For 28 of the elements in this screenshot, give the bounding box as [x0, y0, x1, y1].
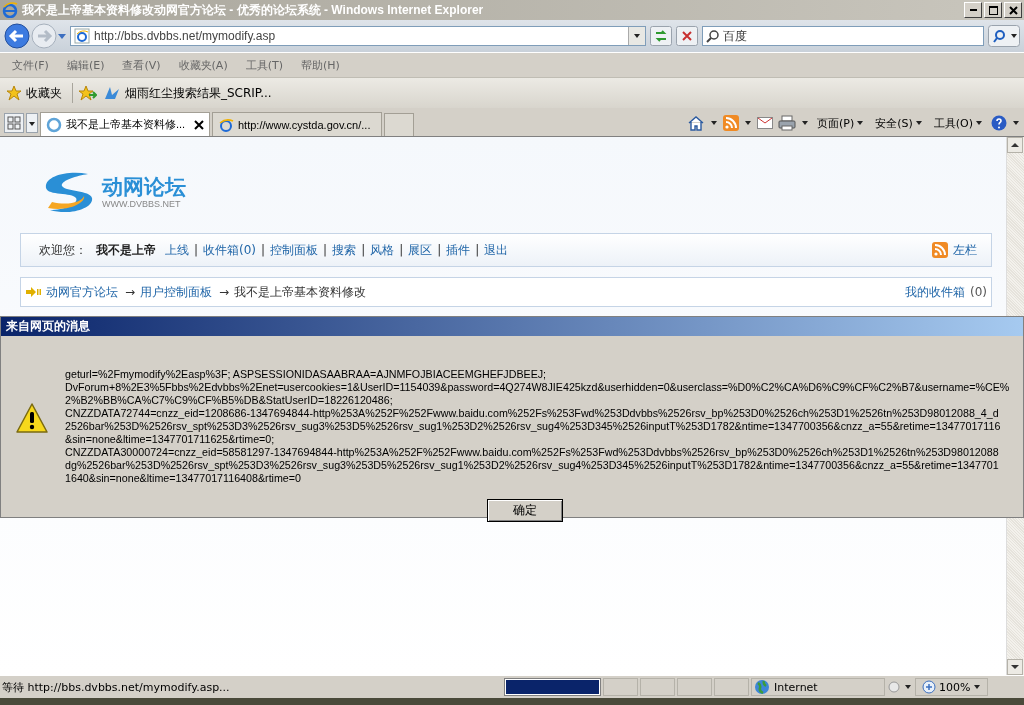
separator: | [323, 243, 328, 257]
dialog-title: 来自网页的消息 [1, 317, 1023, 336]
breadcrumb-current: 我不是上帝基本资料修改 [234, 283, 367, 301]
username: 我不是上帝 [96, 241, 156, 259]
separator: | [261, 243, 266, 257]
message-line: dg%2526bar%253D%2526rsv_spt%253D3%2526rsv_sug3%253D5%2526rsv_sug1%253D2%2526rsv_sug4%253D345%2526inputT%253D1782&ntime=1347700356&cnzz_a=55&retime=1347701 [65, 459, 1000, 472]
separator: | [361, 243, 366, 257]
logo-subtitle: WWW.DVBBS.NET [102, 199, 182, 209]
window-title: 我不是上帝基本资料修改动网官方论坛 - 优秀的论坛系统 - Windows Internet Explorer [22, 1, 485, 19]
separator: | [399, 243, 404, 257]
message-line: 2%B2%BB%CA%C7%C9%CF%B5%DB&StatUserID=18226120486; [65, 394, 394, 407]
message-line: 1640&sin=none&ltime=13477017116408&rtime=0 [65, 472, 302, 485]
breadcrumb-separator: → [125, 285, 136, 299]
separator: | [475, 243, 480, 257]
separator: | [437, 243, 442, 257]
message-line: &sin=none&ltime=1347701711625&rtime=0; [65, 433, 276, 446]
message-line: geturl=%2Fmymodify%2Easp%3F; ASPSESSIONIDASAABRAA=AJNMFOJBIACEEMGHEFJDBEEJ; [65, 368, 548, 381]
security-zone: Internet [751, 678, 885, 696]
breadcrumb-separator: → [219, 285, 230, 299]
logo-title: 动网论坛 [102, 175, 186, 199]
welcome-label: 欢迎您： [39, 241, 87, 259]
inbox-count: (0) [970, 285, 987, 299]
message-line: DvForum+8%2E3%5Fbbs%2Edvbbs%2Enet=usercookies=1&UserID=1154039&password=4Q274W8JIE425kzd&userhidden=0&userclass=%D0%C2%CA%D6%C9%CF%C2%B7&username=%CE% [65, 381, 1010, 394]
message-line: CNZZDATA72744=cnzz_eid=1208686-1347694844-http%253A%252F%252Fwww.baidu.com%252Fs%253Fwd%253Ddvbbs%2526rsv_bp%253D0%2526ch%253D1%2526tn%253D98012088_4_d [65, 407, 1000, 420]
status-text: 等待 http://bbs.dvbbs.net/mymodify.asp... [2, 679, 231, 695]
message-line: 2526bar%253D%2526rsv_spt%253D3%2526rsv_sug3%253D5%2526rsv_sug1%253D2%2526rsv_sug4%253D345%2526inputT%253D1782&ntime=1347700356&cnzz_a=55&retime=13477017116 [65, 420, 1002, 433]
separator: | [194, 243, 199, 257]
message-line: CNZZDATA30000724=cnzz_eid=58581297-1347694844-http%253A%252F%252Fwww.baidu.com%252Fs%253Fwd%253Ddvbbs%2526rsv_bp%253D0%2526ch%253D1%2526tn%253D98012088 [65, 446, 1000, 459]
